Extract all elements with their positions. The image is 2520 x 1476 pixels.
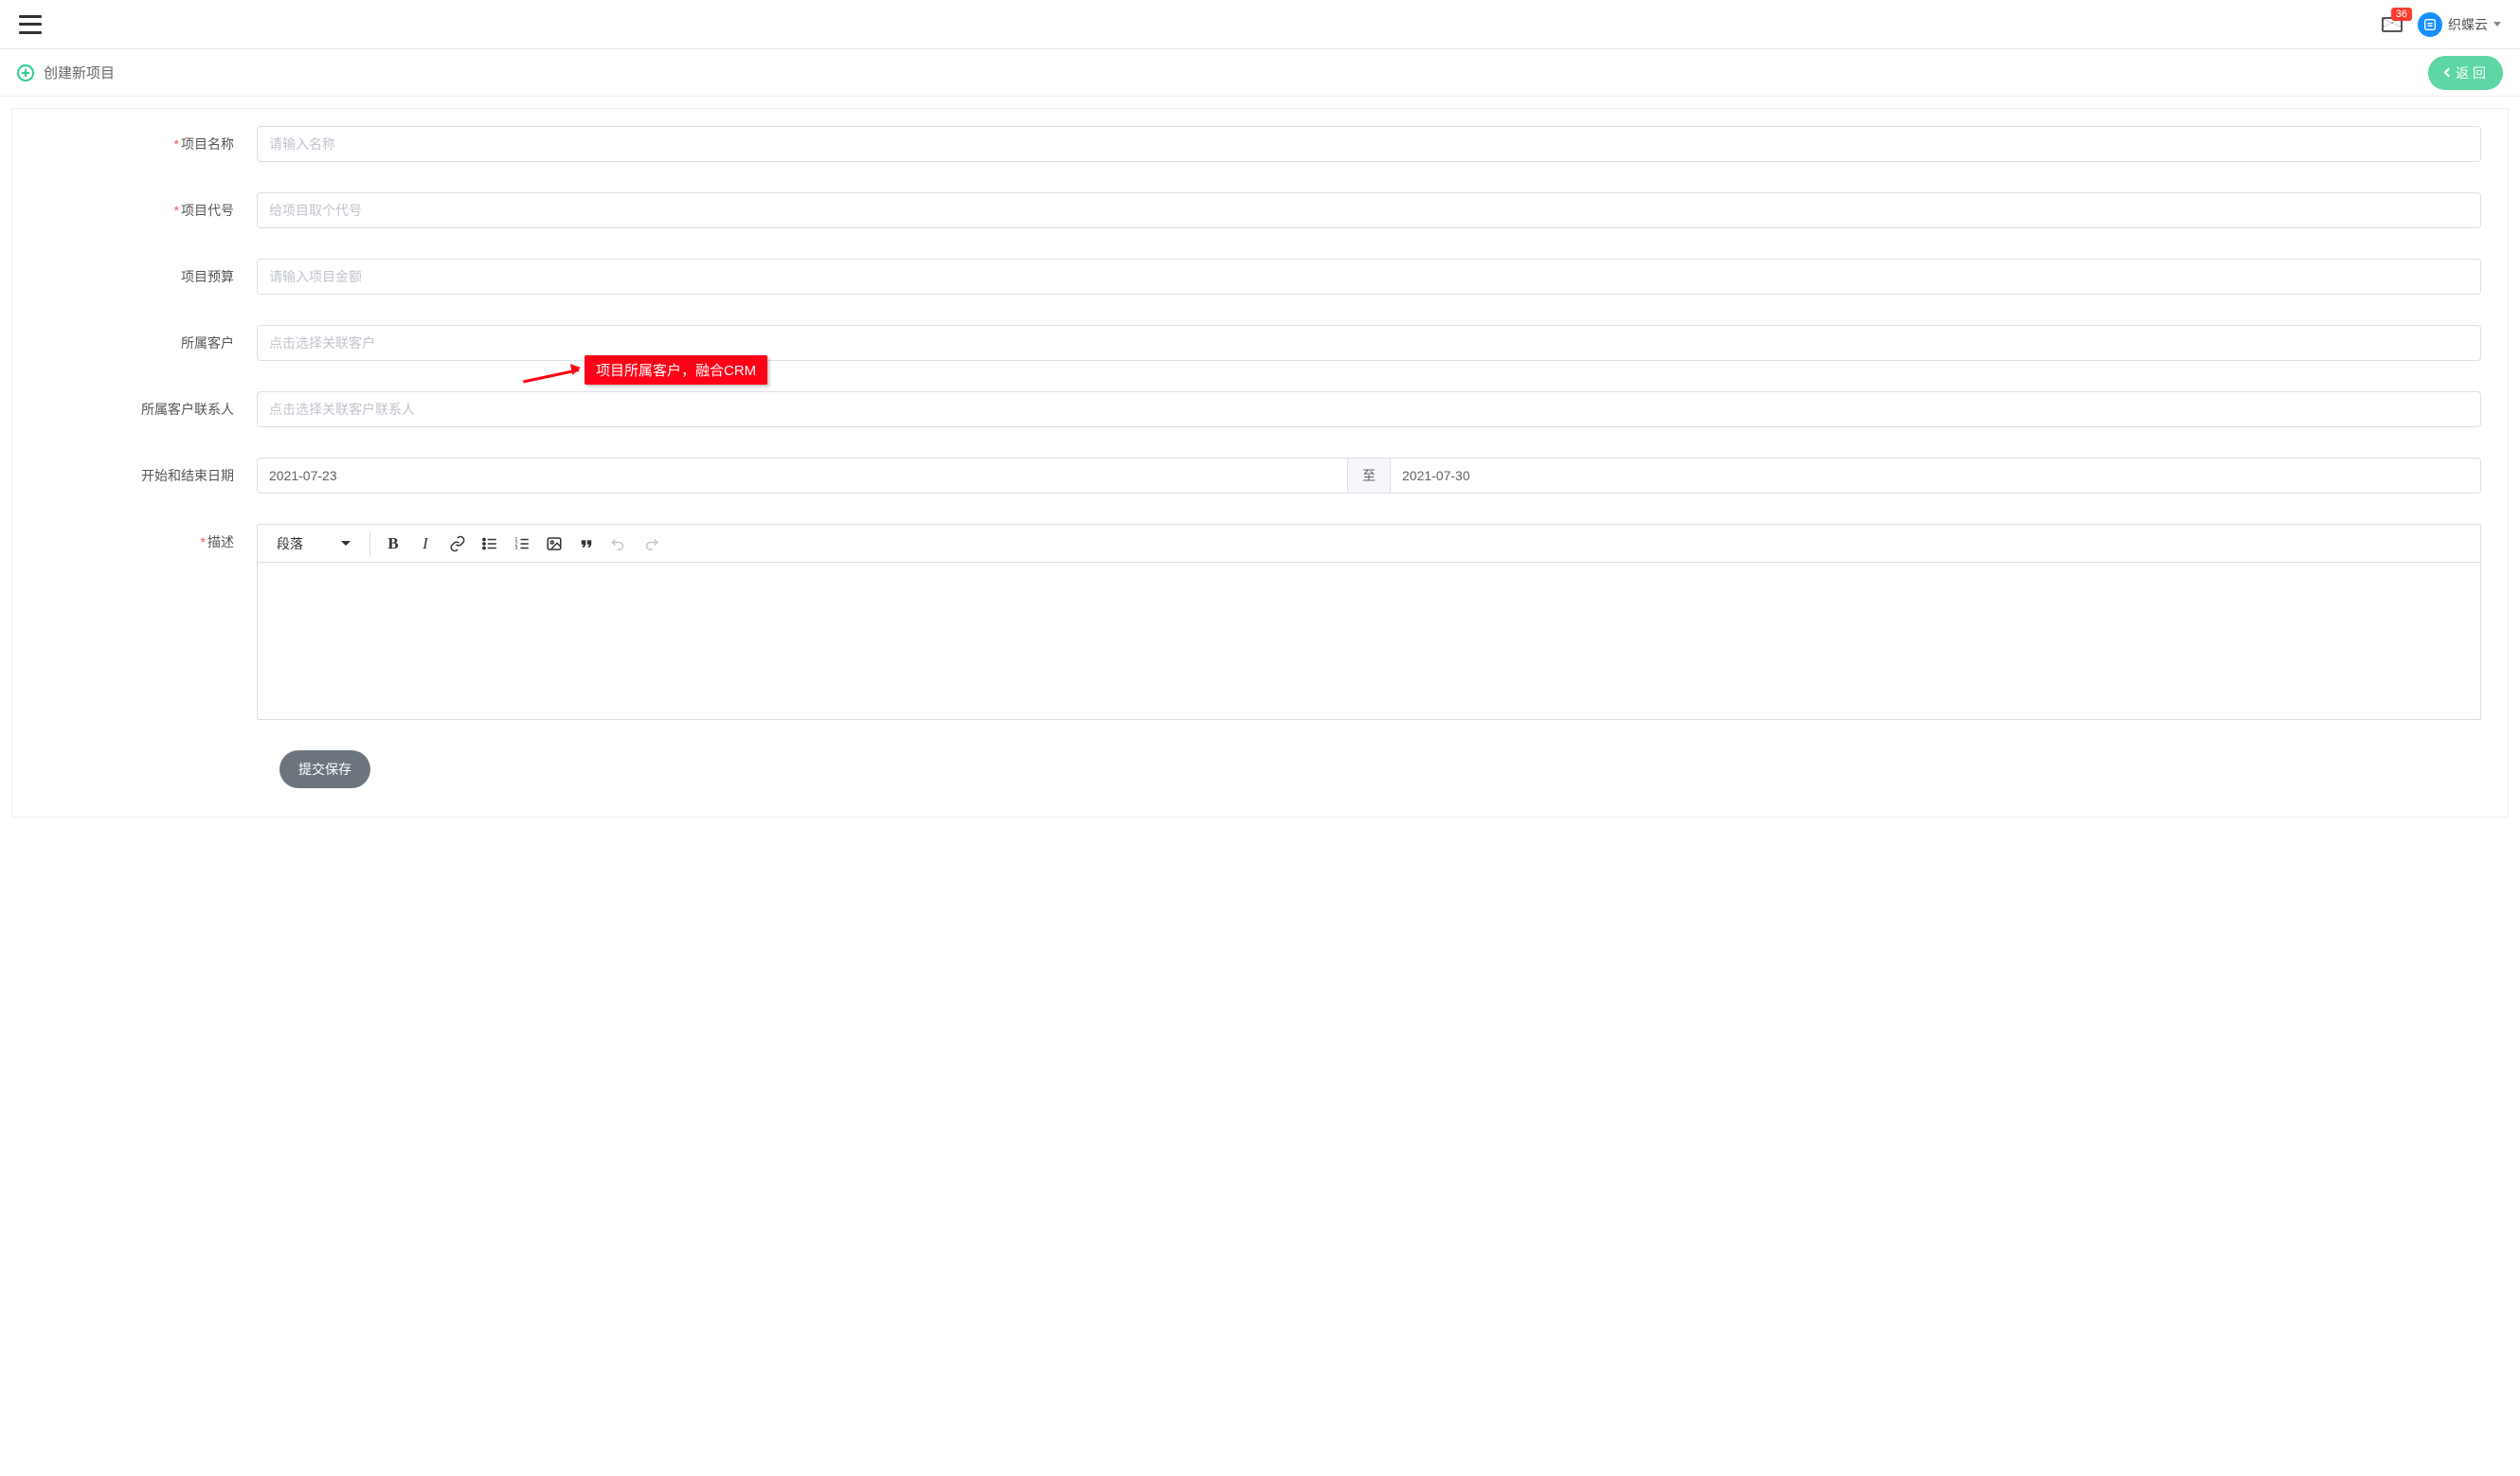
start-date-input[interactable] [257,458,1348,494]
rich-editor: 段落 B I 123 [257,524,2481,720]
quote-button[interactable] [571,529,602,559]
description-editor[interactable] [258,563,2480,719]
numbered-list-button[interactable]: 123 [507,529,537,559]
label-budget: 项目预算 [181,269,234,284]
link-button[interactable] [442,529,473,559]
project-name-input[interactable] [257,126,2481,162]
undo-button[interactable] [603,529,634,559]
heading-select[interactable]: 段落 [265,530,362,558]
bold-button[interactable]: B [378,529,408,559]
label-desc: 描述 [207,534,234,549]
plus-circle-icon [17,64,34,81]
chevron-down-icon [2493,22,2501,27]
page-title: 创建新项目 [44,63,115,82]
end-date-input[interactable] [1390,458,2481,494]
user-menu[interactable]: 织蝶云 [2418,12,2501,37]
svg-text:3: 3 [515,546,518,551]
customer-input[interactable] [257,325,2481,361]
topbar: 36 织蝶云 [0,0,2520,49]
label-project-code: 项目代号 [181,203,234,218]
back-button[interactable]: 返 回 [2428,56,2503,90]
image-button[interactable] [539,529,569,559]
label-project-name: 项目名称 [181,136,234,152]
italic-button[interactable]: I [410,529,441,559]
avatar [2418,12,2442,37]
redo-button[interactable] [636,529,666,559]
submit-button[interactable]: 提交保存 [279,750,370,788]
menu-toggle-icon[interactable] [19,15,42,34]
editor-toolbar: 段落 B I 123 [258,525,2480,563]
label-customer: 所属客户 [181,335,234,351]
contact-input[interactable] [257,391,2481,427]
chevron-down-icon [341,541,351,546]
bulleted-list-button[interactable] [475,529,505,559]
badge-count: 36 [2391,8,2412,21]
chevron-left-icon [2444,68,2454,78]
subbar: 创建新项目 返 回 [0,49,2520,97]
label-dates: 开始和结束日期 [141,468,234,483]
date-separator: 至 [1348,458,1390,494]
notifications-button[interactable]: 36 [2382,17,2403,32]
budget-input[interactable] [257,259,2481,295]
project-code-input[interactable] [257,192,2481,228]
username: 织蝶云 [2448,15,2488,34]
form-panel: *项目名称 *项目代号 项目预算 所属客户 项目所属客户，融合CRM 所属客户联… [11,108,2509,818]
label-contact: 所属客户联系人 [141,402,234,417]
